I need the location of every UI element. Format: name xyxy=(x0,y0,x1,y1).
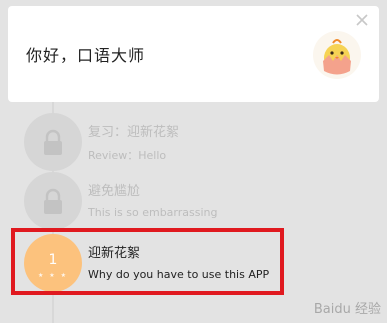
lesson-lock-circle xyxy=(24,172,82,230)
lesson-item-review[interactable]: 复习：迎新花絮 Review：Hello xyxy=(0,113,387,177)
mascot-avatar xyxy=(313,31,361,79)
mascot-icon xyxy=(323,39,351,75)
lock-icon xyxy=(44,129,62,155)
greeting-text: 你好，口语大师 xyxy=(26,46,146,65)
annotation-highlight-box xyxy=(11,228,284,295)
lesson-lock-circle xyxy=(24,113,82,171)
greeting-card: 你好，口语大师 xyxy=(8,6,379,102)
lock-icon xyxy=(44,188,62,214)
lesson-item-avoid-embarrassment[interactable]: 避免尴尬 This is so embarrassing xyxy=(0,172,387,236)
watermark: Baidu 经验 xyxy=(313,302,381,317)
lesson-title: 复习：迎新花絮 xyxy=(88,125,180,140)
lesson-title: 避免尴尬 xyxy=(88,184,141,199)
lesson-subtitle: This is so embarrassing xyxy=(88,206,218,219)
lesson-subtitle: Review：Hello xyxy=(88,149,167,162)
close-icon[interactable] xyxy=(355,13,369,27)
